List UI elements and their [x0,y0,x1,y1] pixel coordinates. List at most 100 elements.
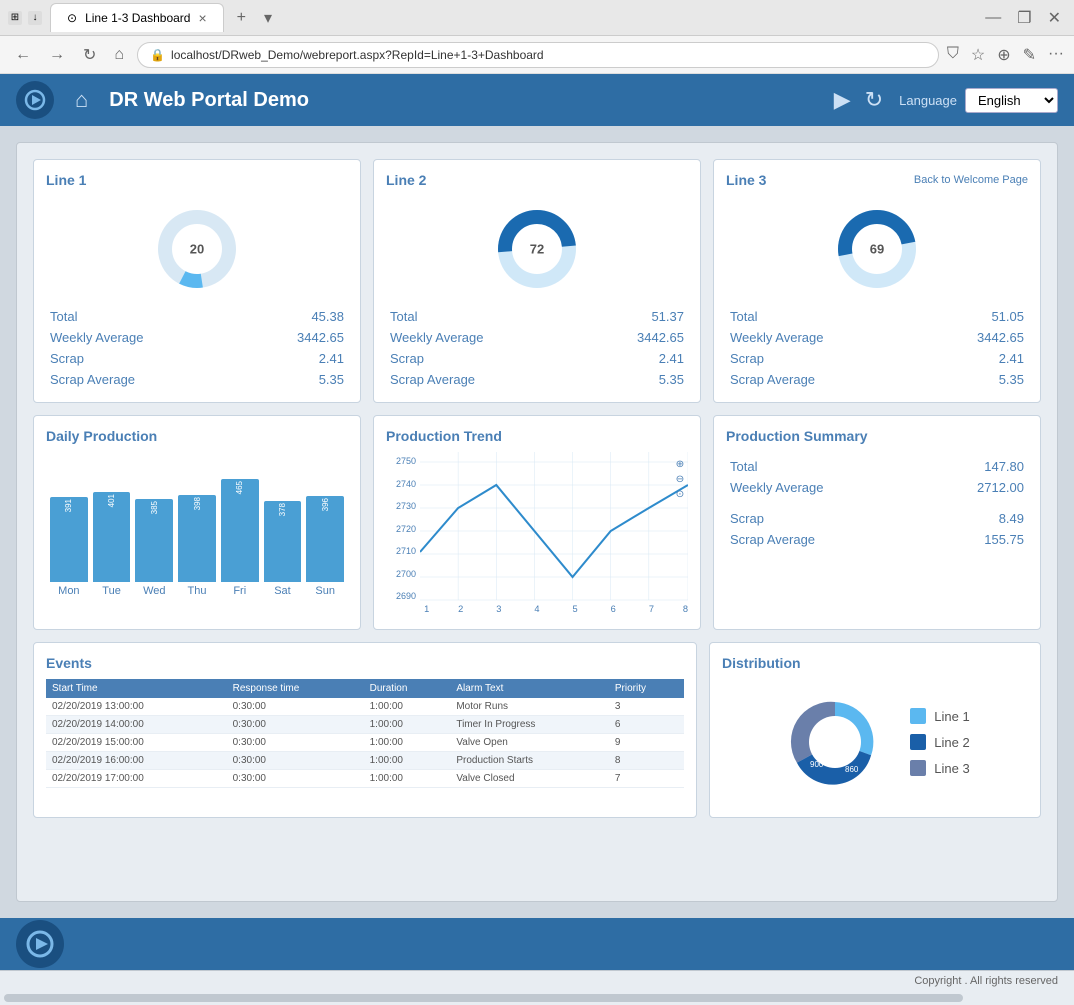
table-row: 02/20/2019 13:00:000:30:001:00:00Motor R… [46,698,684,716]
svg-text:1: 1 [424,604,429,614]
restore-button[interactable]: ❐ [1012,6,1036,30]
browser-tab[interactable]: ⊙ Line 1-3 Dashboard × [50,3,224,32]
production-trend-panel: Production Trend 2750 2740 2730 2720 271… [373,415,701,630]
bar-label: Fri [221,585,259,597]
svg-text:6: 6 [611,604,616,614]
svg-text:⊕: ⊕ [676,459,685,470]
tab-dropdown-button[interactable]: ▾ [259,6,277,30]
copyright-text: Copyright . All rights reserved [914,975,1058,987]
header-home-button[interactable]: ⌂ [70,85,93,115]
legend-line3: Line 3 [910,760,969,776]
table-cell: Valve Closed [450,770,609,788]
line3-scrap-row: Scrap 2.41 [726,348,1028,369]
bar-group: 398 [178,456,216,582]
home-button[interactable]: ⌂ [109,44,129,66]
bottom-row: Events Start Time Response time Duration… [33,642,1041,818]
browser-toolbar: ← → ↻ ⌂ 🔒 localhost/DRweb_Demo/webreport… [0,36,1074,74]
table-cell: 3 [609,698,684,716]
language-select[interactable]: English [965,88,1058,113]
pen-icon[interactable]: ✎ [1023,45,1036,65]
bar-label: Tue [93,585,131,597]
col-alarm-text: Alarm Text [450,679,609,698]
line3-scrapavg-label: Scrap Average [726,369,922,390]
table-cell: 02/20/2019 15:00:00 [46,734,227,752]
line3-weekly-row: Weekly Average 3442.65 [726,327,1028,348]
summary-scrap-label: Scrap [726,508,922,529]
bar-label: Mon [50,585,88,597]
line1-weekly-label: Weekly Average [46,327,242,348]
share-icon[interactable]: ⊕ [997,45,1010,65]
line2-weekly-value: 3442.65 [582,327,688,348]
distribution-title: Distribution [722,655,1028,671]
table-cell: 8 [609,752,684,770]
table-cell: 02/20/2019 17:00:00 [46,770,227,788]
header-icons: ▶ ↻ [834,87,883,113]
table-cell: 02/20/2019 16:00:00 [46,752,227,770]
table-cell: Valve Open [450,734,609,752]
line1-stats: Total 45.38 Weekly Average 3442.65 Scrap… [46,306,348,390]
table-cell: 6 [609,716,684,734]
bar-group: 465 [221,456,259,582]
line1-scrap-label: Scrap [46,348,242,369]
bookmark-icon[interactable]: ⛉ [947,45,959,65]
line2-scrap-row: Scrap 2.41 [386,348,688,369]
close-window-button[interactable]: ✕ [1043,6,1066,30]
top-row: Line 1 20 Total 45.38 Weekly Average [33,159,1041,403]
summary-weekly-row: Weekly Average 2712.00 [726,477,1028,498]
menu-icon[interactable]: ··· [1048,45,1064,65]
copyright-bar: Copyright . All rights reserved [0,970,1074,991]
y-label-2: 2730 [386,501,416,511]
col-start-time: Start Time [46,679,227,698]
summary-total-label: Total [726,456,922,477]
app-logo [16,81,54,119]
table-cell: 0:30:00 [227,716,364,734]
bar-group: 378 [264,456,302,582]
line3-scrapavg-row: Scrap Average 5.35 [726,369,1028,390]
svg-text:3: 3 [496,604,501,614]
summary-weekly-value: 2712.00 [922,477,1028,498]
footer-logo [16,920,64,968]
y-label-5: 2700 [386,569,416,579]
line1-total-row: Total 45.38 [46,306,348,327]
back-button[interactable]: ← [10,44,36,66]
summary-scrap-row: Scrap 8.49 [726,508,1028,529]
svg-text:⊙: ⊙ [676,489,685,500]
minimize-button[interactable]: — [980,6,1006,30]
line2-weekly-label: Weekly Average [386,327,582,348]
table-row: 02/20/2019 14:00:000:30:001:00:00Timer I… [46,716,684,734]
line3-stats: Total 51.05 Weekly Average 3442.65 Scrap… [726,306,1028,390]
address-bar[interactable]: 🔒 localhost/DRweb_Demo/webreport.aspx?Re… [137,42,939,68]
line3-total-value: 51.05 [922,306,1028,327]
line3-scrapavg-value: 5.35 [922,369,1028,390]
table-cell: 0:30:00 [227,770,364,788]
new-tab-button[interactable]: + [232,7,251,29]
bar: 378 [264,501,302,582]
forward-button[interactable]: → [44,44,70,66]
back-to-welcome-link[interactable]: Back to Welcome Page [914,174,1028,186]
summary-total-row: Total 147.80 [726,456,1028,477]
line1-scrapavg-row: Scrap Average 5.35 [46,369,348,390]
line3-panel: Line 3 Back to Welcome Page 69 Total 51.… [713,159,1041,403]
line2-total-row: Total 51.37 [386,306,688,327]
bar-value: 396 [321,498,330,511]
tab-close-button[interactable]: × [198,10,206,26]
line3-weekly-value: 3442.65 [922,327,1028,348]
svg-text:7: 7 [649,604,654,614]
bar: 396 [306,496,344,582]
line3-scrap-label: Scrap [726,348,922,369]
svg-text:8: 8 [683,604,688,614]
refresh-icon[interactable]: ↻ [865,87,883,113]
distribution-content: 900 860 Line 1 Line 2 Line 3 [722,679,1028,805]
table-row: 02/20/2019 15:00:000:30:001:00:00Valve O… [46,734,684,752]
bar: 385 [135,499,173,582]
bar-value: 385 [150,501,159,514]
line3-donut: 69 [832,204,922,294]
play-icon[interactable]: ▶ [834,87,851,113]
line1-total-value: 45.38 [242,306,348,327]
star-icon[interactable]: ☆ [971,45,985,65]
browser-toolbar-icons: ⛉ ☆ ⊕ ✎ ··· [947,45,1064,65]
line1-scrapavg-value: 5.35 [242,369,348,390]
app-title: DR Web Portal Demo [109,89,818,112]
legend-line1-dot [910,708,926,724]
reload-button[interactable]: ↻ [78,43,101,67]
